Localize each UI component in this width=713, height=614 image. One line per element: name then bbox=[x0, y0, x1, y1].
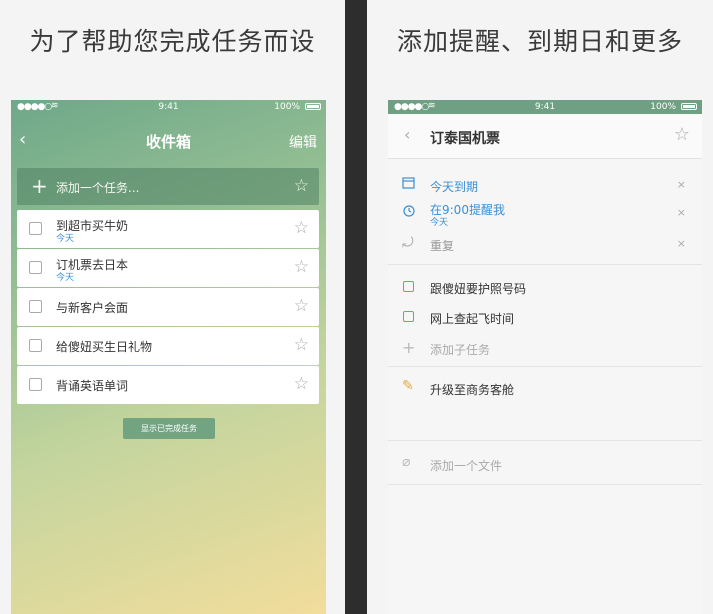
nav-bar: ‹ 收件箱 编辑 bbox=[11, 120, 326, 160]
divider bbox=[388, 440, 702, 441]
clear-due-date-icon[interactable]: × bbox=[677, 178, 686, 191]
note-row[interactable]: ✎ 升级至商务客舱 bbox=[388, 376, 702, 400]
battery-icon bbox=[305, 103, 321, 110]
add-task-input[interactable]: + 添加一个任务... ☆ bbox=[17, 168, 319, 205]
edit-button[interactable]: 编辑 bbox=[289, 132, 317, 152]
divider bbox=[388, 366, 702, 367]
repeat-row[interactable]: ⤾ 重复 × bbox=[388, 231, 702, 257]
nav-bar: ‹ 订泰国机票 ☆ bbox=[388, 114, 702, 159]
paperclip-icon: ⌀ bbox=[402, 454, 411, 470]
task-title: 给傻妞买生日礼物 bbox=[56, 340, 153, 354]
star-icon[interactable]: ☆ bbox=[674, 124, 690, 145]
task-due-label: 今天 bbox=[56, 273, 75, 283]
divider bbox=[388, 264, 702, 265]
task-checkbox[interactable] bbox=[29, 378, 42, 391]
task-item[interactable]: 与新客户会面 ☆ bbox=[17, 288, 319, 326]
back-chevron-icon[interactable]: ‹ bbox=[404, 125, 410, 144]
subtask-item[interactable]: 跟傻妞要护照号码 bbox=[388, 276, 702, 300]
pencil-icon: ✎ bbox=[402, 378, 414, 394]
star-icon[interactable]: ☆ bbox=[294, 176, 309, 196]
left-phone-screen: ●●●●○ ≋ 9:41 100% ‹ 收件箱 编辑 + 添加一个任务... ☆… bbox=[11, 100, 326, 614]
task-checkbox[interactable] bbox=[29, 300, 42, 313]
calendar-icon bbox=[402, 176, 415, 193]
right-phone-screen: ●●●●○ ≋ 9:41 100% ‹ 订泰国机票 ☆ 今天到期 × 在9:00… bbox=[388, 100, 702, 614]
battery-percent: 100% bbox=[650, 102, 676, 112]
alarm-clock-icon bbox=[402, 203, 416, 221]
status-bar: ●●●●○ ≋ 9:41 100% bbox=[11, 100, 326, 114]
subtask-checkbox[interactable] bbox=[403, 311, 414, 322]
clear-repeat-icon[interactable]: × bbox=[677, 237, 686, 250]
task-checkbox[interactable] bbox=[29, 339, 42, 352]
repeat-icon: ⤾ bbox=[402, 235, 414, 251]
repeat-label: 重复 bbox=[430, 239, 455, 253]
right-headline: 添加提醒、到期日和更多 bbox=[396, 27, 683, 56]
reminder-row[interactable]: 在9:00提醒我 今天 × bbox=[388, 198, 702, 228]
add-file-row[interactable]: ⌀ 添加一个文件 bbox=[388, 452, 702, 476]
star-icon[interactable]: ☆ bbox=[294, 335, 309, 355]
task-title: 与新客户会面 bbox=[56, 301, 129, 315]
reminder-day-label: 今天 bbox=[430, 218, 449, 228]
battery-icon bbox=[681, 103, 697, 110]
task-due-label: 今天 bbox=[56, 234, 75, 244]
clear-reminder-icon[interactable]: × bbox=[677, 206, 686, 219]
show-completed-button[interactable]: 显示已完成任务 bbox=[123, 418, 215, 439]
task-item[interactable]: 给傻妞买生日礼物 ☆ bbox=[17, 327, 319, 365]
add-task-placeholder: 添加一个任务... bbox=[56, 181, 140, 195]
subtask-item[interactable]: 网上查起飞时间 bbox=[388, 306, 702, 330]
add-file-label: 添加一个文件 bbox=[430, 459, 503, 473]
subtask-title: 网上查起飞时间 bbox=[430, 312, 515, 326]
battery-percent: 100% bbox=[274, 102, 300, 112]
divider bbox=[388, 484, 702, 485]
task-checkbox[interactable] bbox=[29, 222, 42, 235]
task-detail-title[interactable]: 订泰国机票 bbox=[430, 128, 500, 148]
task-checkbox[interactable] bbox=[29, 261, 42, 274]
left-headline: 为了帮助您完成任务而设 bbox=[29, 27, 316, 56]
plus-icon: + bbox=[31, 174, 48, 198]
star-icon[interactable]: ☆ bbox=[294, 374, 309, 394]
page-title: 收件箱 bbox=[145, 133, 191, 151]
task-title: 背诵英语单词 bbox=[56, 379, 129, 393]
plus-icon: + bbox=[402, 338, 416, 357]
panel-divider bbox=[345, 0, 367, 614]
due-date-row[interactable]: 今天到期 × bbox=[388, 172, 702, 198]
note-text: 升级至商务客舱 bbox=[430, 383, 515, 397]
task-item[interactable]: 到超市买牛奶 今天 ☆ bbox=[17, 210, 319, 248]
subtask-title: 跟傻妞要护照号码 bbox=[430, 282, 527, 296]
add-subtask-label: 添加子任务 bbox=[430, 343, 491, 357]
due-date-label: 今天到期 bbox=[430, 180, 479, 194]
status-bar: ●●●●○ ≋ 9:41 100% bbox=[388, 100, 702, 114]
task-item[interactable]: 背诵英语单词 ☆ bbox=[17, 366, 319, 404]
star-icon[interactable]: ☆ bbox=[294, 296, 309, 316]
star-icon[interactable]: ☆ bbox=[294, 257, 309, 277]
add-subtask-row[interactable]: + 添加子任务 bbox=[388, 336, 702, 360]
task-item[interactable]: 订机票去日本 今天 ☆ bbox=[17, 249, 319, 287]
subtask-checkbox[interactable] bbox=[403, 281, 414, 292]
star-icon[interactable]: ☆ bbox=[294, 218, 309, 238]
